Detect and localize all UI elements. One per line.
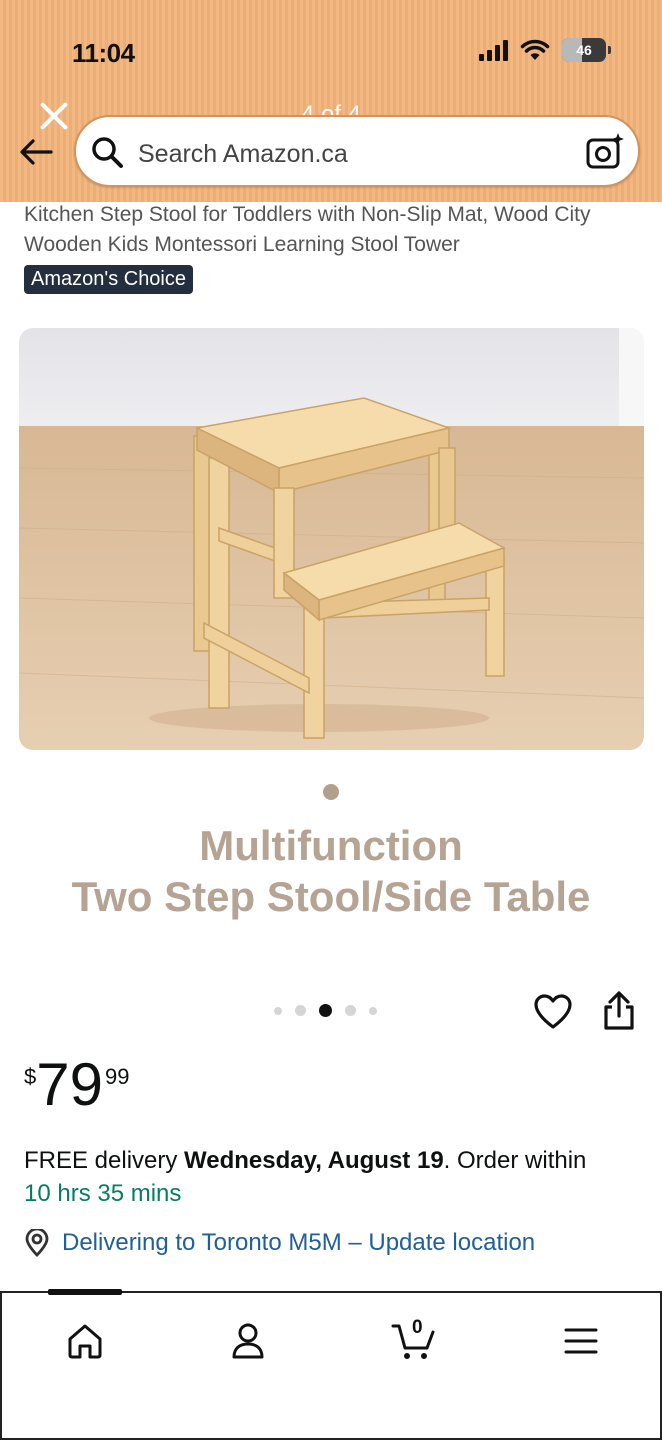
delivery-suffix: . Order within	[443, 1147, 587, 1174]
price-currency: $	[24, 1064, 37, 1089]
active-tab-indicator	[48, 1289, 122, 1295]
search-input[interactable]: Search Amazon.ca	[138, 140, 348, 169]
back-arrow-icon[interactable]	[16, 130, 56, 174]
update-location-link[interactable]: Delivering to Toronto M5M – Update locat…	[62, 1229, 535, 1257]
wifi-icon	[520, 39, 550, 60]
image-carousel-dot	[323, 784, 339, 800]
price-whole: 79	[36, 1051, 103, 1118]
wishlist-heart-icon[interactable]	[533, 992, 573, 1032]
share-icon[interactable]	[601, 990, 637, 1032]
cart-count: 0	[412, 1317, 423, 1338]
product-image[interactable]	[19, 328, 644, 750]
location-pin-icon	[25, 1229, 49, 1257]
delivery-location[interactable]: Delivering to Toronto M5M – Update locat…	[24, 1229, 535, 1257]
search-bar[interactable]: Search Amazon.ca	[74, 115, 640, 187]
carousel-dot[interactable]	[319, 1004, 332, 1017]
product-title[interactable]: Kitchen Step Stool for Toddlers with Non…	[24, 200, 644, 260]
top-header: 11:04 46 4 of 4 Search Amazon.ca	[0, 0, 662, 202]
camera-search-icon[interactable]	[584, 131, 626, 173]
carousel-pagination[interactable]	[274, 1004, 377, 1017]
search-icon	[92, 137, 123, 168]
delivery-date: Wednesday, August 19	[184, 1147, 444, 1174]
cellular-signal-icon	[479, 39, 508, 61]
bottom-navigation: 0	[0, 1289, 662, 1440]
step-stool-photo	[19, 328, 644, 750]
feature-subheading: Two Step Stool/Side Table	[71, 873, 591, 920]
battery-icon: 46	[562, 38, 611, 62]
nav-menu[interactable]	[557, 1317, 605, 1365]
feature-heading: Multifunction	[199, 822, 463, 869]
delivery-info: FREE delivery Wednesday, August 19. Orde…	[24, 1144, 644, 1210]
status-icons: 46	[479, 38, 611, 62]
delivery-countdown: 10 hrs 35 mins	[24, 1180, 182, 1207]
product-price: $ 79 99	[24, 1050, 129, 1120]
status-time: 11:04	[72, 38, 135, 68]
carousel-dot[interactable]	[295, 1005, 306, 1016]
nav-home[interactable]	[61, 1317, 109, 1365]
carousel-dot[interactable]	[274, 1006, 282, 1015]
home-icon	[68, 1324, 102, 1359]
price-fraction: 99	[105, 1064, 130, 1089]
carousel-dot[interactable]	[369, 1006, 377, 1015]
battery-level: 46	[576, 42, 592, 58]
nav-cart[interactable]: 0	[390, 1317, 438, 1365]
menu-icon	[564, 1328, 598, 1354]
amazons-choice-badge: Amazon's Choice	[24, 265, 193, 294]
carousel-dot[interactable]	[345, 1005, 356, 1016]
account-icon	[232, 1323, 264, 1359]
nav-account[interactable]	[224, 1317, 272, 1365]
delivery-prefix: FREE delivery	[24, 1147, 185, 1174]
